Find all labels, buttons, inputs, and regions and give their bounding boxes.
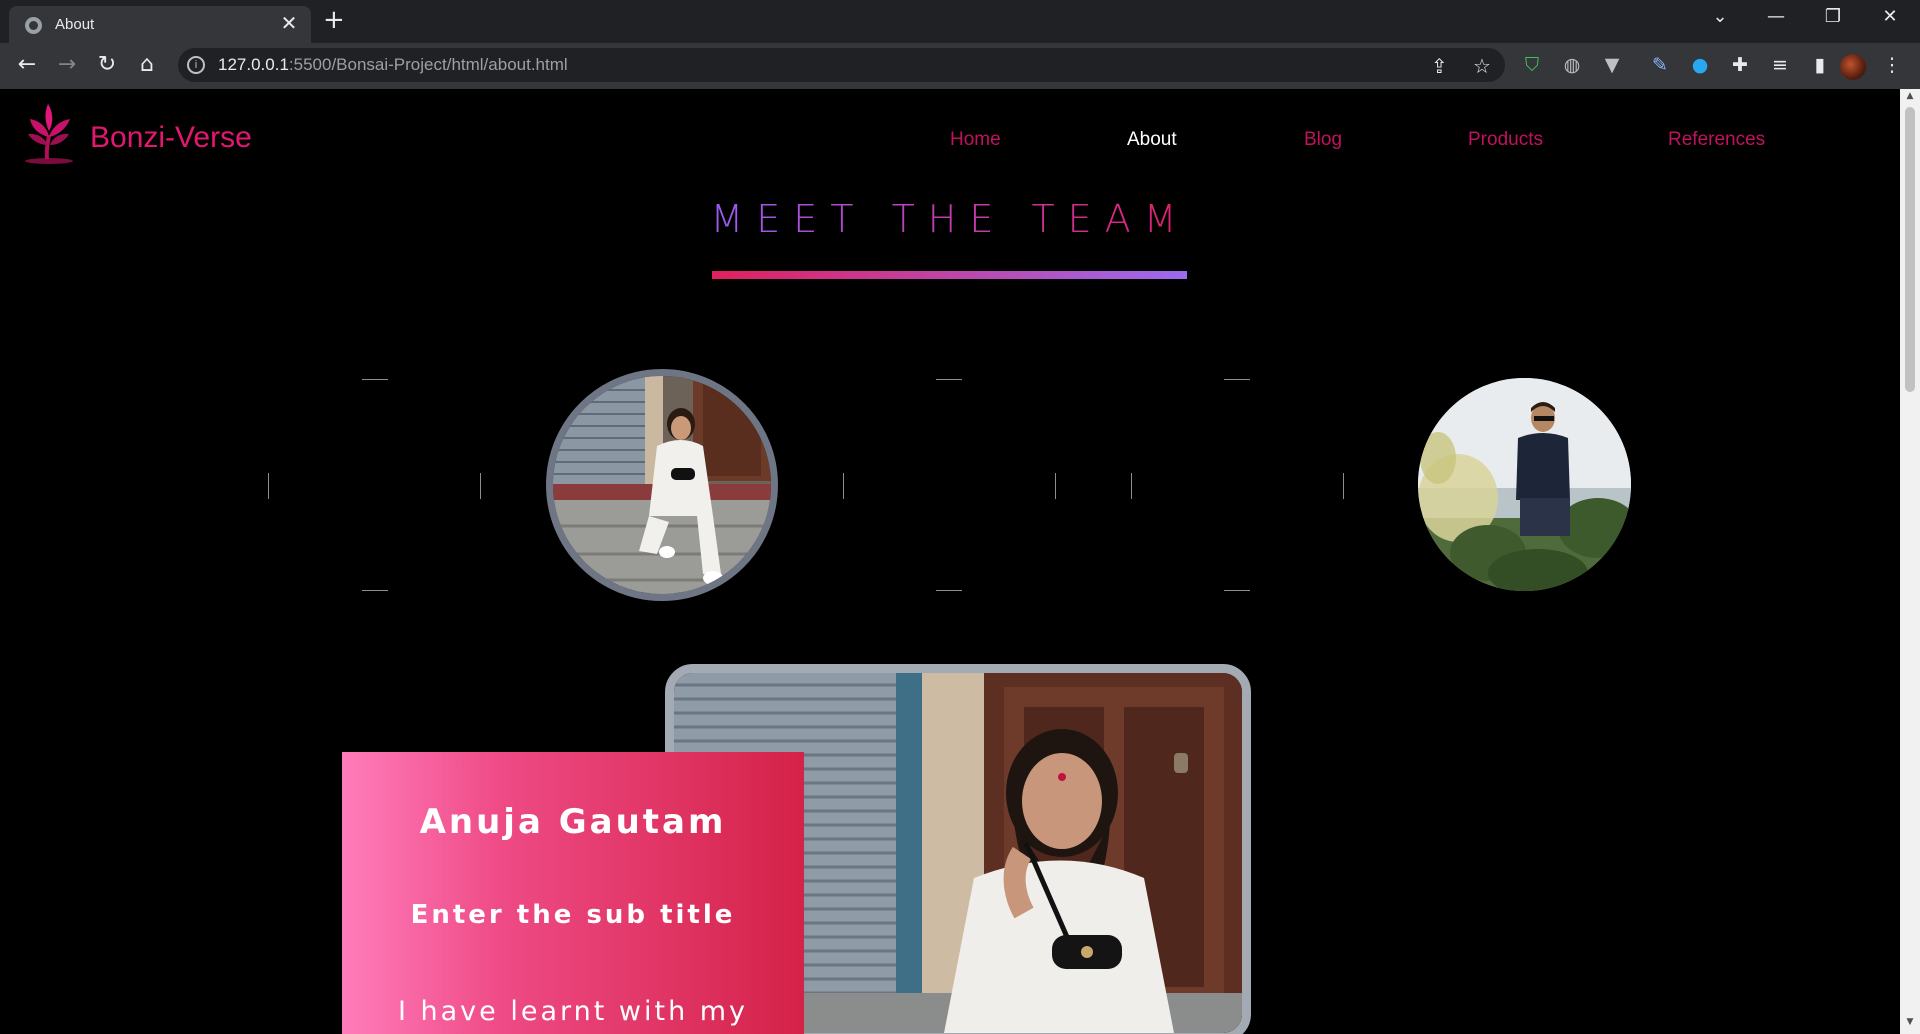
- back-button[interactable]: ←: [12, 52, 42, 77]
- water-drop-extension-icon[interactable]: ●: [1688, 53, 1712, 77]
- minimize-button[interactable]: —: [1756, 6, 1796, 27]
- forward-button[interactable]: →: [52, 52, 82, 77]
- url-text: 127.0.0.1:5500/Bonsai-Project/html/about…: [218, 55, 568, 74]
- page-scrollbar[interactable]: ▲ ▼: [1900, 89, 1920, 1034]
- vue-devtools-icon[interactable]: ▼: [1600, 53, 1624, 77]
- nav-blog[interactable]: Blog: [1304, 129, 1342, 151]
- nav-references[interactable]: References: [1668, 129, 1765, 151]
- browser-menu-icon[interactable]: ⋮: [1880, 53, 1904, 77]
- member-description: I have learnt with my: [397, 996, 749, 1027]
- nav-about[interactable]: About: [1127, 129, 1177, 151]
- side-panel-icon[interactable]: ▮: [1808, 53, 1832, 77]
- profile-avatar[interactable]: [1840, 54, 1866, 80]
- section-heading: MEET THE TEAM: [710, 197, 1190, 241]
- extensions-puzzle-icon[interactable]: ✚: [1728, 53, 1752, 77]
- scrollbar-thumb[interactable]: [1905, 107, 1915, 392]
- shield-extension-icon[interactable]: ⛉: [1520, 53, 1544, 77]
- share-icon[interactable]: ⇪: [1431, 54, 1448, 78]
- tab-search-icon[interactable]: ⌄: [1700, 6, 1740, 27]
- team-thumb-member-5[interactable]: [1418, 378, 1631, 591]
- tab-title: About: [55, 16, 95, 33]
- member-subtitle: Enter the sub title: [410, 900, 736, 930]
- heading-underline: [712, 271, 1187, 279]
- browser-tab[interactable]: About ✕: [9, 6, 311, 43]
- browser-toolbar: ← → ↻ ⌂ i 127.0.0.1:5500/Bonsai-Project/…: [0, 43, 1920, 89]
- eyedropper-extension-icon[interactable]: ✎: [1648, 53, 1672, 77]
- nav-products[interactable]: Products: [1468, 129, 1543, 151]
- team-thumb-anuja[interactable]: [546, 369, 778, 601]
- close-window-button[interactable]: ✕: [1870, 6, 1910, 27]
- member-photo-small: [1418, 378, 1631, 591]
- nav-home[interactable]: Home: [950, 129, 1001, 151]
- bookmark-star-icon[interactable]: ☆: [1473, 54, 1491, 78]
- home-button[interactable]: ⌂: [132, 52, 162, 77]
- scroll-up-arrow[interactable]: ▲: [1905, 91, 1915, 101]
- member-name: Anuja Gautam: [419, 802, 727, 842]
- scroll-down-arrow[interactable]: ▼: [1905, 1017, 1915, 1027]
- restore-button[interactable]: ❐: [1813, 6, 1853, 27]
- address-bar[interactable]: i 127.0.0.1:5500/Bonsai-Project/html/abo…: [178, 48, 1505, 82]
- globe-icon: [25, 17, 42, 34]
- reload-button[interactable]: ↻: [92, 52, 122, 77]
- new-tab-button[interactable]: +: [323, 5, 345, 35]
- browser-tab-strip: About ✕ + ⌄ — ❐ ✕: [0, 0, 1920, 43]
- brand-name[interactable]: Bonzi-Verse: [90, 121, 252, 155]
- member-photo-anuja-small: [553, 376, 771, 594]
- bonsai-logo-icon: [25, 104, 73, 164]
- close-tab-icon[interactable]: ✕: [277, 11, 301, 35]
- site-info-icon[interactable]: i: [187, 56, 205, 74]
- media-queue-icon[interactable]: ≡: [1768, 53, 1792, 77]
- page-viewport: Bonzi-Verse Home About Blog Products Ref…: [0, 89, 1900, 1034]
- globe-extension-icon[interactable]: ◍: [1560, 53, 1584, 77]
- featured-member-info-card: Anuja Gautam Enter the sub title I have …: [342, 752, 804, 1034]
